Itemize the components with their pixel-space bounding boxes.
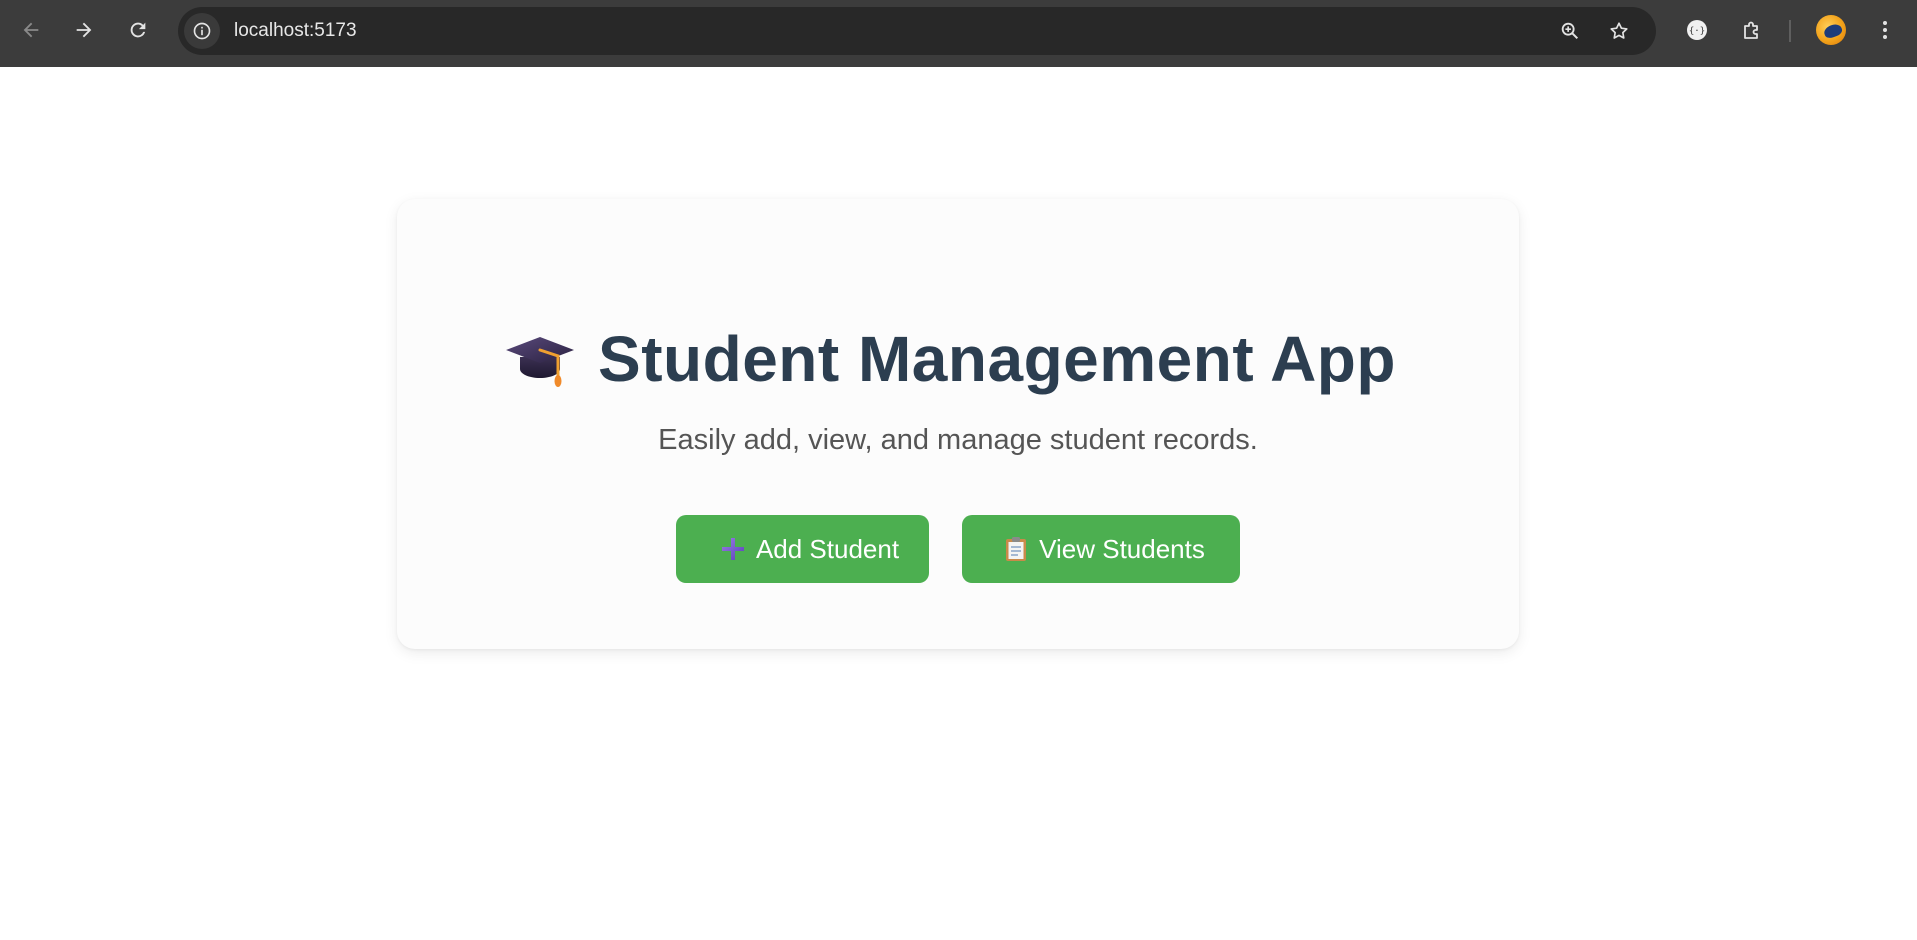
web-extension-icon: {·} [1687, 20, 1707, 40]
arrow-right-icon [76, 22, 92, 38]
graduation-cap-icon [506, 337, 575, 387]
view-students-button[interactable]: View Students [962, 515, 1240, 583]
avatar[interactable] [1816, 15, 1846, 45]
add-student-button[interactable]: Add Student [676, 515, 929, 583]
address-bar[interactable]: localhost:5173 [178, 7, 1656, 55]
site-info-button[interactable] [184, 13, 220, 49]
svg-text:{·}: {·} [1689, 27, 1705, 37]
title-row: Student Management App [397, 319, 1519, 399]
back-button[interactable] [13, 12, 49, 48]
clipboard-icon [1006, 537, 1027, 561]
page-title: Student Management App [598, 323, 1396, 395]
action-buttons: Add Student View Students [397, 515, 1519, 583]
url-text[interactable]: localhost:5173 [234, 7, 357, 55]
page-subtitle: Easily add, view, and manage student rec… [658, 424, 1258, 456]
toolbar-divider [1789, 20, 1791, 42]
plus-icon [721, 538, 744, 560]
zoom-button[interactable] [1552, 13, 1588, 49]
forward-button[interactable] [66, 12, 102, 48]
puzzle-icon [1744, 21, 1758, 39]
view-students-label: View Students [1039, 533, 1205, 564]
page-content: Student Management App Easily add, view,… [0, 67, 1917, 940]
add-student-label: Add Student [755, 533, 900, 564]
reload-icon [130, 22, 146, 38]
kebab-menu-icon [1883, 21, 1887, 39]
hero-card: Student Management App Easily add, view,… [397, 199, 1519, 649]
extension-button[interactable]: {·} [1679, 12, 1715, 48]
arrow-left-icon [23, 22, 39, 38]
extensions-button[interactable] [1734, 12, 1770, 48]
zoom-in-icon [1561, 22, 1579, 40]
reload-button[interactable] [120, 12, 156, 48]
info-icon [193, 22, 211, 40]
browser-toolbar: localhost:5173 {·} [0, 0, 1917, 67]
menu-button[interactable] [1867, 12, 1903, 48]
star-icon [1610, 22, 1628, 39]
bookmark-button[interactable] [1601, 13, 1637, 49]
